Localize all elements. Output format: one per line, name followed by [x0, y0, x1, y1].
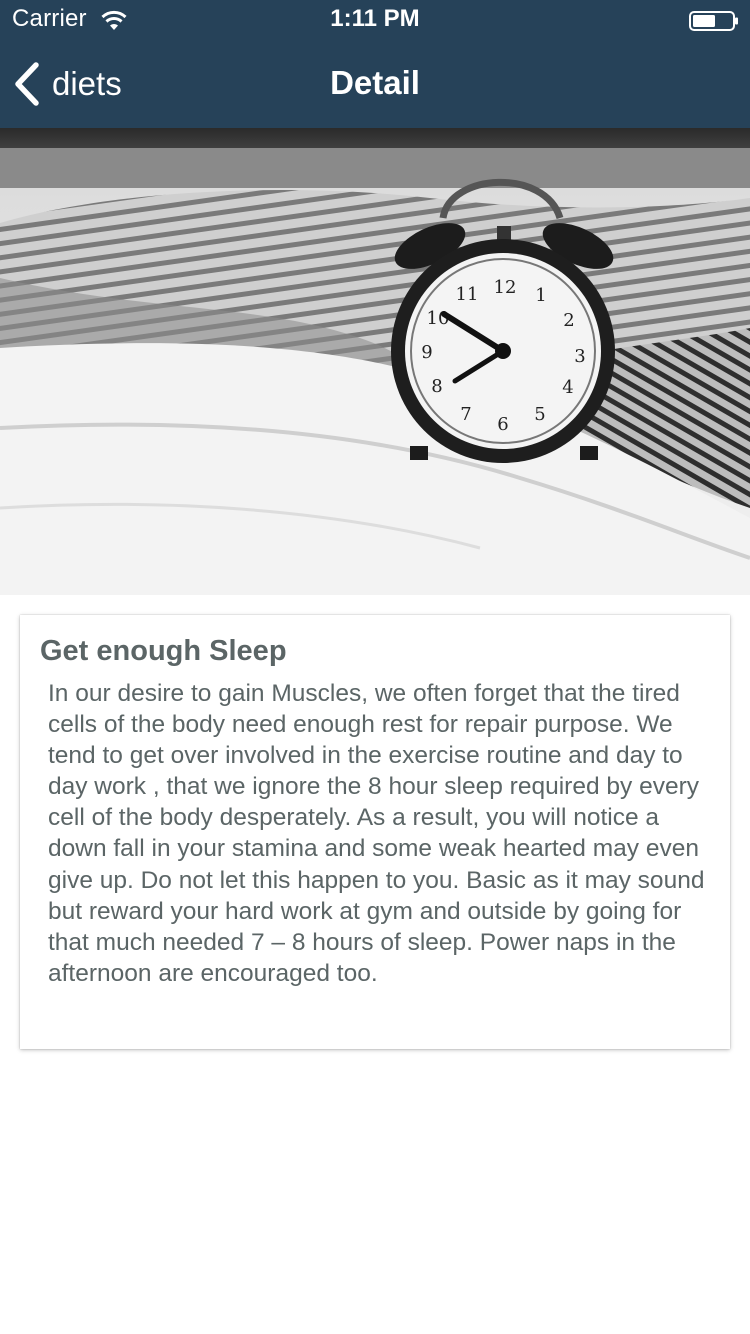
svg-text:7: 7: [460, 404, 471, 425]
svg-text:11: 11: [456, 284, 479, 305]
article-body: In our desire to gain Muscles, we often …: [48, 680, 705, 987]
page-title: Detail: [330, 64, 420, 101]
article-card: Get enough Sleep In our desire to gain M…: [20, 615, 730, 1049]
svg-text:5: 5: [534, 404, 545, 425]
battery-icon: [689, 11, 738, 31]
svg-text:3: 3: [574, 346, 585, 367]
nav-bar: diets Detail: [0, 40, 750, 128]
header: Carrier 1:11 PM diets Detail: [0, 0, 750, 128]
svg-text:1: 1: [535, 285, 546, 306]
hero-image: 12 1 2 3 4 5 6 7 8 9 10 11: [0, 128, 750, 595]
status-time: 1:11 PM: [330, 5, 420, 32]
svg-text:4: 4: [562, 377, 573, 398]
svg-text:12: 12: [494, 277, 517, 298]
svg-text:8: 8: [431, 376, 442, 397]
svg-text:2: 2: [563, 310, 574, 331]
article-title: Get enough Sleep: [40, 635, 287, 667]
status-bar: Carrier 1:11 PM: [0, 0, 750, 40]
svg-text:6: 6: [497, 414, 508, 435]
svg-text:9: 9: [421, 342, 432, 363]
